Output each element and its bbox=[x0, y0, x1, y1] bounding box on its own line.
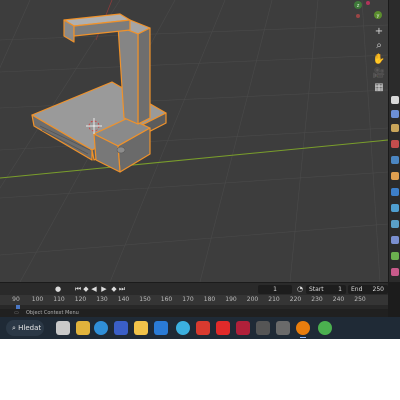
material-icon[interactable] bbox=[391, 268, 399, 276]
knob-icon bbox=[116, 146, 126, 154]
render-icon[interactable] bbox=[391, 110, 399, 118]
chrome-icon[interactable] bbox=[176, 321, 190, 335]
view-tools: + ⌕ ✋ 🎥 ▦ bbox=[370, 26, 388, 93]
gog-icon[interactable] bbox=[256, 321, 270, 335]
scene-icon[interactable] bbox=[391, 140, 399, 148]
dropbox-icon[interactable] bbox=[276, 321, 290, 335]
ruler-tick-label: 200 bbox=[246, 296, 259, 303]
ruler-tick-label: 130 bbox=[96, 296, 108, 303]
ruler-tick-label: 150 bbox=[139, 296, 151, 303]
start-value: 1 bbox=[338, 286, 342, 293]
task-view-icon[interactable] bbox=[56, 321, 70, 335]
search-label: Hledat bbox=[18, 324, 42, 332]
start-label: Start bbox=[309, 286, 324, 293]
status-bar: ▭ Object Context Menu bbox=[0, 309, 388, 317]
taskbar-search[interactable]: ⌕ Hledat bbox=[6, 320, 44, 336]
zoom-icon[interactable]: ⌕ bbox=[372, 40, 386, 52]
pan-hand-icon[interactable]: ✋ bbox=[372, 54, 386, 66]
chrome-alt-icon[interactable] bbox=[318, 321, 332, 335]
data-icon[interactable] bbox=[391, 252, 399, 260]
zoom-plus-icon[interactable]: + bbox=[372, 26, 386, 38]
properties-strip bbox=[388, 0, 400, 282]
ruler-tick-label: 100 bbox=[31, 296, 44, 303]
3d-viewport[interactable]: z y + ⌕ ✋ 🎥 ▦ bbox=[0, 0, 388, 282]
svg-text:z: z bbox=[357, 3, 360, 9]
clock-icon[interactable]: ◔ bbox=[296, 285, 304, 294]
next-key-icon[interactable]: ◆ bbox=[110, 285, 118, 294]
side-strip-bottom bbox=[388, 282, 400, 317]
constraints-icon[interactable] bbox=[391, 236, 399, 244]
mouse-icon: ▭ bbox=[14, 310, 19, 316]
play-icon[interactable]: ▶ bbox=[100, 285, 108, 294]
ruler-tick-label: 160 bbox=[160, 296, 173, 303]
end-value: 250 bbox=[372, 286, 384, 293]
ruler-tick-label: 110 bbox=[53, 296, 65, 303]
ruler-tick-label: 120 bbox=[74, 296, 87, 303]
jump-start-icon[interactable]: ⏮ bbox=[74, 285, 82, 294]
current-frame-field[interactable]: 1 bbox=[258, 285, 292, 294]
ruler-tick-label: 180 bbox=[203, 296, 216, 303]
status-text: Object Context Menu bbox=[26, 310, 79, 316]
ruler-tick-label: 220 bbox=[289, 296, 302, 303]
ruler-tick-label: 230 bbox=[311, 296, 323, 303]
physics-icon[interactable] bbox=[391, 220, 399, 228]
play-reverse-icon[interactable]: ◀ bbox=[90, 285, 98, 294]
blender-icon[interactable] bbox=[296, 321, 310, 335]
world-icon[interactable] bbox=[391, 156, 399, 164]
ruler-tick-label: 170 bbox=[182, 296, 194, 303]
ruler-tick-label: 210 bbox=[268, 296, 280, 303]
youtube-icon[interactable] bbox=[216, 321, 230, 335]
x-axis-line bbox=[0, 139, 388, 179]
timeline-header: ● ⏮ ◆ ◀ ▶ ◆ ⏭ 1 ◔ Start 1 End 250 bbox=[0, 282, 388, 295]
output-icon[interactable] bbox=[391, 124, 399, 132]
folder-icon[interactable] bbox=[134, 321, 148, 335]
ruler-tick-label: 190 bbox=[225, 296, 237, 303]
prev-key-icon[interactable]: ◆ bbox=[82, 285, 90, 294]
antivirus-icon[interactable] bbox=[196, 321, 210, 335]
windows-taskbar: ⌕ Hledat bbox=[0, 317, 400, 339]
store-icon[interactable] bbox=[114, 321, 128, 335]
start-frame-field[interactable]: Start 1 bbox=[306, 285, 346, 294]
ruler-tick-label: 90 bbox=[12, 296, 20, 303]
jump-end-icon[interactable]: ⏭ bbox=[118, 285, 126, 294]
end-label: End bbox=[351, 286, 363, 293]
camera-icon[interactable]: 🎥 bbox=[372, 68, 386, 80]
active-app-indicator bbox=[300, 337, 306, 338]
end-frame-field[interactable]: End 250 bbox=[348, 285, 388, 294]
navigation-gizmo[interactable]: z y bbox=[346, 0, 388, 24]
ruler-tick-label: 240 bbox=[332, 296, 345, 303]
file-explorer-icon[interactable] bbox=[76, 321, 90, 335]
frame-ruler[interactable]: 90 100 110 120 130 140 150 160 170 180 190 200 210 22… bbox=[0, 295, 388, 305]
ruler-tick-label: 140 bbox=[117, 296, 130, 303]
ruler-tick-label: 250 bbox=[354, 296, 366, 303]
svg-text:y: y bbox=[377, 13, 380, 19]
particles-icon[interactable] bbox=[391, 204, 399, 212]
mail-icon[interactable] bbox=[154, 321, 168, 335]
record-icon[interactable]: ● bbox=[54, 285, 62, 294]
media-icon[interactable] bbox=[236, 321, 250, 335]
object-icon[interactable] bbox=[391, 172, 399, 180]
grid-view-icon[interactable]: ▦ bbox=[372, 82, 386, 94]
tool-icon[interactable] bbox=[391, 96, 399, 104]
floor-grid bbox=[0, 0, 388, 282]
edge-icon[interactable] bbox=[94, 321, 108, 335]
modifier-icon[interactable] bbox=[391, 188, 399, 196]
viewport-canvas bbox=[0, 0, 388, 282]
